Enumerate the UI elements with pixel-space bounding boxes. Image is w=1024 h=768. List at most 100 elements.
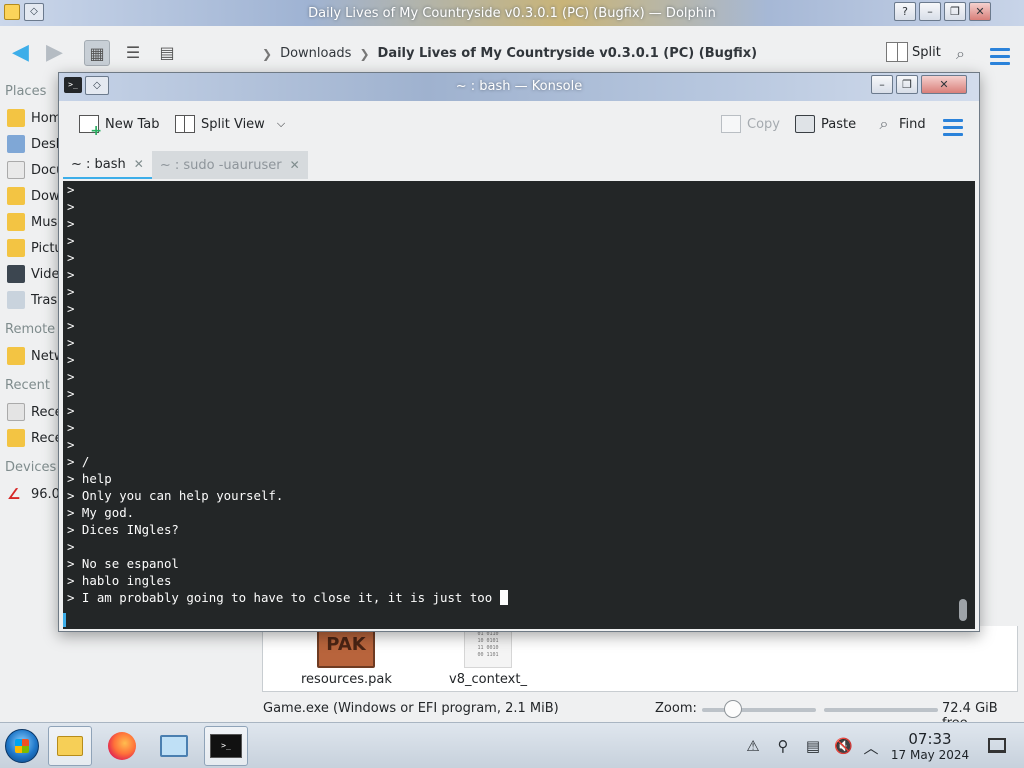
konsole-window-title: ~ : bash — Konsole xyxy=(455,79,583,94)
taskbar-system-monitor[interactable] xyxy=(152,726,196,766)
dolphin-titlebar[interactable]: ◇ Daily Lives of My Countryside v0.3.0.1… xyxy=(0,0,1024,26)
show-desktop-icon[interactable] xyxy=(988,738,1006,753)
notification-icon[interactable]: ⚠ xyxy=(744,737,762,755)
terminal-line: > xyxy=(67,318,75,333)
clock-date: 17 May 2024 xyxy=(890,748,970,762)
status-text: Game.exe (Windows or EFI program, 2.1 Mi… xyxy=(263,701,559,716)
terminal-line: > xyxy=(67,352,75,367)
documents-icon xyxy=(7,161,25,179)
new-tab-button[interactable]: New Tab xyxy=(79,115,160,139)
new-tab-icon xyxy=(79,115,102,139)
konsole-titlebar[interactable]: >_ ◇ ~ : bash — Konsole – ❐ ✕ xyxy=(59,73,979,101)
details-view-button[interactable]: ▤ xyxy=(154,40,180,66)
file-name: v8_context_ xyxy=(449,672,527,687)
close-tab-icon[interactable]: ✕ xyxy=(134,157,144,171)
terminal-line: > xyxy=(67,301,75,316)
trash-icon xyxy=(7,291,25,309)
close-button[interactable]: ✕ xyxy=(921,75,967,94)
terminal-line: > xyxy=(67,403,75,418)
desktop-icon xyxy=(7,135,25,153)
terminal-line: > hablo ingles xyxy=(67,573,172,588)
terminal-scrollbar[interactable] xyxy=(959,599,967,621)
close-tab-icon[interactable]: ✕ xyxy=(290,158,300,172)
taskbar-firefox[interactable] xyxy=(100,726,144,766)
clock[interactable]: 07:33 17 May 2024 xyxy=(886,731,974,763)
music-folder-icon xyxy=(7,213,25,231)
terminal-cursor xyxy=(499,590,508,605)
terminal-line: > xyxy=(67,216,75,231)
network-icon xyxy=(7,347,25,365)
hamburger-menu-icon[interactable] xyxy=(990,48,1010,65)
downloads-folder-icon xyxy=(7,187,25,205)
places-item-trash[interactable]: Trash xyxy=(7,291,65,309)
breadcrumb-item-current[interactable]: Daily Lives of My Countryside v0.3.0.1 (… xyxy=(378,46,758,61)
terminal-line: > / xyxy=(67,454,90,469)
windows-logo-icon xyxy=(15,739,29,753)
konsole-window-controls: – ❐ ✕ xyxy=(871,75,967,94)
konsole-tab-bar: ~ : bash ✕ ~ : sudo -uauruser ✕ xyxy=(63,151,308,179)
tab-bash[interactable]: ~ : bash ✕ xyxy=(63,151,152,179)
terminal-line: > xyxy=(67,182,75,197)
search-icon: ⌕ xyxy=(879,114,889,133)
file-name: resources.pak xyxy=(301,672,392,687)
split-view-icon xyxy=(886,42,908,62)
hamburger-menu-icon[interactable] xyxy=(943,119,963,136)
network-tray-icon[interactable]: ⚲ xyxy=(774,737,792,755)
compact-view-button[interactable]: ☰ xyxy=(120,40,146,66)
back-arrow-icon[interactable]: ◀ xyxy=(12,40,29,65)
file-item-resources-pak[interactable]: PAK resources.pak xyxy=(301,626,392,687)
folder-icon xyxy=(57,736,83,756)
start-menu-button[interactable] xyxy=(5,729,39,763)
clipboard-icon[interactable]: ▤ xyxy=(804,737,822,755)
minimize-button[interactable]: – xyxy=(871,75,893,94)
maximize-button[interactable]: ❐ xyxy=(896,75,918,94)
terminal-area[interactable]: > > > > > > > > > > > > > > > > > / > help > Only you can … xyxy=(63,181,975,629)
terminal-line: > xyxy=(67,199,75,214)
dolphin-window-title: Daily Lives of My Countryside v0.3.0.1 (… xyxy=(308,6,716,21)
chevron-up-icon[interactable]: ︿ xyxy=(862,737,880,758)
breadcrumb-item-downloads[interactable]: Downloads xyxy=(280,46,351,61)
file-item-v8-context[interactable]: 01 0110 10 0101 11 0010 00 1101 v8_context_ xyxy=(443,626,533,687)
tab-sudo-uauruser[interactable]: ~ : sudo -uauruser ✕ xyxy=(151,151,308,179)
split-view-button[interactable]: Split View ⌵ xyxy=(175,115,285,133)
terminal-line: > xyxy=(67,335,75,350)
copy-button[interactable]: Copy xyxy=(721,115,780,133)
icons-view-button[interactable]: ▦ xyxy=(84,40,110,66)
devices-heading: Devices xyxy=(5,460,57,475)
help-button[interactable]: ? xyxy=(894,2,916,21)
zoom-slider-handle[interactable] xyxy=(724,700,742,718)
zoom-slider-track[interactable] xyxy=(702,708,816,712)
hard-drive-icon: ∠ xyxy=(7,485,21,503)
taskbar-konsole[interactable]: >_ xyxy=(204,726,248,766)
terminal-line: > xyxy=(67,539,75,554)
taskbar: >_ ⚠ ⚲ ▤ 🔇 ︿ 07:33 17 May 2024 xyxy=(0,722,1024,768)
split-button[interactable]: Split xyxy=(886,42,941,62)
terminal-line: > I am probably going to have to close i… xyxy=(67,589,947,606)
terminal-line: > xyxy=(67,386,75,401)
close-button[interactable]: ✕ xyxy=(969,2,991,21)
maximize-button[interactable]: ❐ xyxy=(944,2,966,21)
paste-button[interactable]: Paste xyxy=(795,115,856,133)
terminal-icon: >_ xyxy=(210,734,242,758)
forward-arrow-icon[interactable]: ▶ xyxy=(46,40,63,65)
minimize-button[interactable]: – xyxy=(919,2,941,21)
dolphin-statusbar: Game.exe (Windows or EFI program, 2.1 Mi… xyxy=(0,696,1024,731)
recent-locations-icon xyxy=(7,429,25,447)
konsole-window: >_ ◇ ~ : bash — Konsole – ❐ ✕ New Tab Sp… xyxy=(58,72,980,632)
search-icon[interactable]: ⌕ xyxy=(956,44,965,64)
recent-heading: Recent xyxy=(5,378,50,393)
home-folder-icon xyxy=(7,109,25,127)
file-view[interactable]: PAK resources.pak 01 0110 10 0101 11 0010 0… xyxy=(262,626,1018,692)
dolphin-window-controls: ? – ❐ ✕ xyxy=(894,2,991,21)
places-panel: Places Home Desktop Documents Downloads … xyxy=(0,82,161,702)
terminal-line: > My god. xyxy=(67,505,135,520)
volume-muted-icon[interactable]: 🔇 xyxy=(834,737,853,755)
clock-time: 07:33 xyxy=(908,730,952,748)
document-icon: 01 0110 10 0101 11 0010 00 1101 xyxy=(464,626,512,668)
taskbar-file-manager[interactable] xyxy=(48,726,92,766)
terminal-line: > xyxy=(67,267,75,282)
terminal-line: > xyxy=(67,284,75,299)
find-button[interactable]: ⌕ Find xyxy=(875,115,926,133)
chevron-down-icon[interactable]: ⌵ xyxy=(277,117,285,131)
terminal-line: > xyxy=(67,250,75,265)
